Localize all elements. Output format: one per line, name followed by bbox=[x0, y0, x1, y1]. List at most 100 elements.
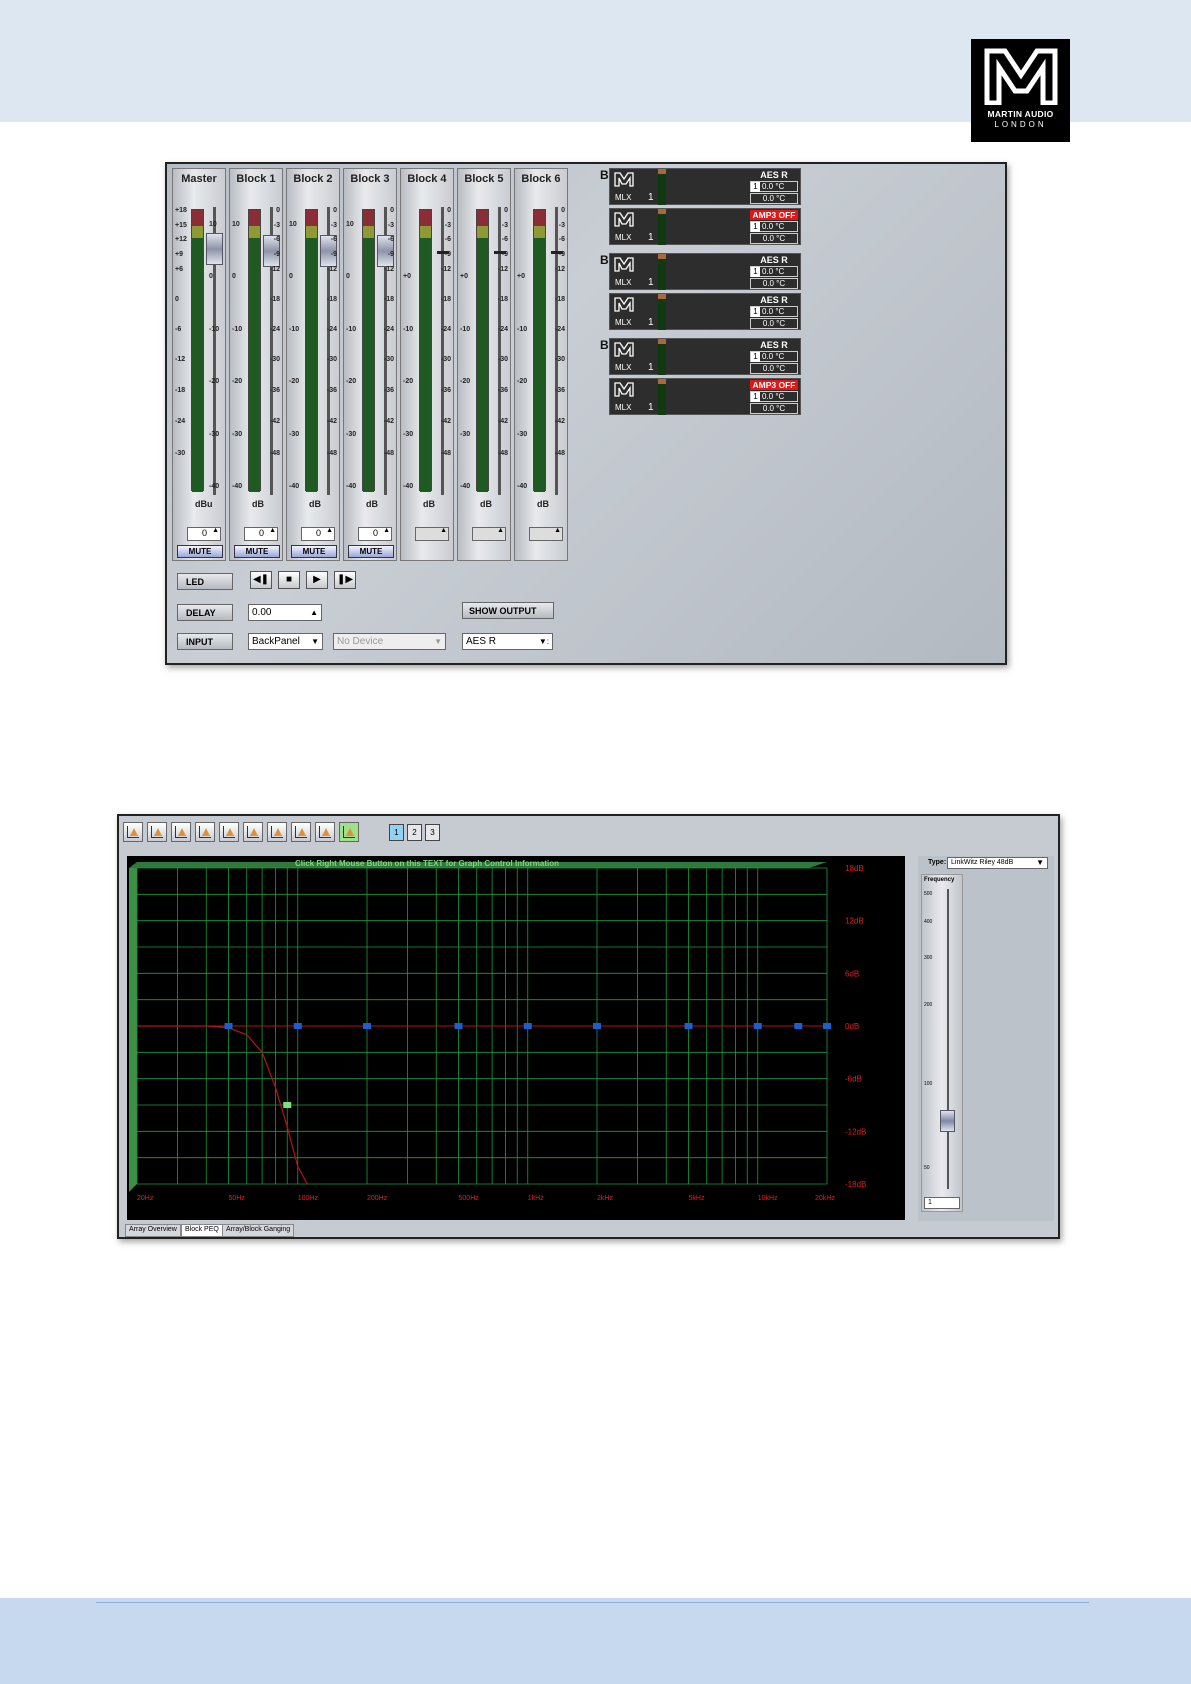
skip-forward-icon[interactable]: ❚▶ bbox=[334, 571, 356, 589]
filter-type-select[interactable]: LinkWitz Riley 48dB ▼ bbox=[947, 857, 1048, 869]
filter-type-button[interactable] bbox=[267, 822, 287, 842]
eq-band-point[interactable] bbox=[224, 1023, 233, 1029]
delay-input[interactable]: 0.00 ▲ bbox=[248, 604, 322, 621]
eq-band-point[interactable] bbox=[794, 1023, 803, 1029]
amp-level-meter bbox=[658, 169, 666, 205]
page-button[interactable]: 3 bbox=[425, 824, 440, 841]
frequency-input[interactable]: 1 bbox=[924, 1197, 960, 1209]
amp-status-text: AES R bbox=[760, 295, 788, 305]
filter-type-button[interactable] bbox=[219, 822, 239, 842]
scale-label: -20 bbox=[289, 378, 300, 385]
gain-input[interactable]: ▲ bbox=[472, 527, 506, 541]
spin-arrows-icon[interactable]: ▲ bbox=[497, 527, 504, 534]
page-button[interactable]: 1 bbox=[389, 824, 404, 841]
meter-red-zone bbox=[249, 210, 260, 226]
amp-status-box[interactable]: MLX 1 AES R 1 0.0 °C 0.0 °C bbox=[609, 338, 801, 375]
mute-button[interactable]: MUTE bbox=[234, 545, 280, 558]
amp-meter-peak bbox=[658, 169, 666, 174]
mute-button[interactable]: MUTE bbox=[177, 545, 223, 558]
eq-band-point[interactable] bbox=[363, 1023, 371, 1029]
fader-knob[interactable] bbox=[206, 233, 223, 265]
gain-input[interactable]: ▲ bbox=[529, 527, 563, 541]
filter-type-button[interactable] bbox=[147, 822, 167, 842]
input-device-select[interactable]: No Device ▼ bbox=[333, 633, 446, 650]
eq-selected-point[interactable] bbox=[283, 1102, 292, 1108]
meter-scale-label: -12 bbox=[440, 266, 451, 273]
eq-band-point[interactable] bbox=[753, 1023, 762, 1029]
spin-arrows-icon[interactable]: ▲ bbox=[269, 527, 276, 534]
scale-label: -40 bbox=[346, 483, 357, 490]
gain-input[interactable]: 0 ▲ bbox=[358, 527, 392, 541]
spin-arrows-icon[interactable]: ▲ bbox=[310, 605, 318, 620]
tab-array-block-ganging[interactable]: Array/Block Ganging bbox=[222, 1224, 295, 1237]
eq-band-point[interactable] bbox=[454, 1023, 463, 1029]
eq-graph[interactable]: Click Right Mouse Button on this TEXT fo… bbox=[127, 856, 905, 1220]
filter-type-button[interactable] bbox=[339, 822, 359, 842]
gain-input[interactable]: 0 ▲ bbox=[301, 527, 335, 541]
scale-label: -10 bbox=[460, 326, 471, 333]
temperature-readout: 0.0 °C bbox=[750, 363, 798, 374]
meter-scale-label: -48 bbox=[440, 450, 451, 457]
temperature-readout: 1 0.0 °C bbox=[750, 351, 798, 362]
meter-red-zone bbox=[192, 210, 203, 226]
spin-arrows-icon[interactable]: ▲ bbox=[383, 527, 390, 534]
show-output-button[interactable]: SHOW OUTPUT bbox=[462, 602, 554, 619]
input-channel-select[interactable]: AES R ▼: bbox=[462, 633, 553, 650]
amp-status-box[interactable]: MLX 1 AMP3 OFF 1 0.0 °C 0.0 °C bbox=[609, 378, 801, 415]
input-source-select[interactable]: BackPanel ▼ bbox=[248, 633, 323, 650]
filter-type-button[interactable] bbox=[315, 822, 335, 842]
stop-icon[interactable]: ■ bbox=[278, 571, 300, 589]
eq-band-point[interactable] bbox=[684, 1023, 693, 1029]
amp-status-box[interactable]: MLX 1 AES R 1 0.0 °C 0.0 °C bbox=[609, 293, 801, 330]
filter-type-button[interactable] bbox=[171, 822, 191, 842]
amp-model: MLX bbox=[615, 403, 632, 412]
mute-button[interactable]: MUTE bbox=[291, 545, 337, 558]
eq-band-point[interactable] bbox=[293, 1023, 302, 1029]
skip-back-icon[interactable]: ◀❚ bbox=[250, 571, 272, 589]
tab-block-peq[interactable]: Block PEQ bbox=[181, 1224, 223, 1237]
martin-logo-icon bbox=[614, 342, 634, 362]
meter-scale-label: 0 bbox=[504, 207, 508, 214]
spin-arrows-icon[interactable]: ▲ bbox=[440, 527, 447, 534]
amp-status-box[interactable]: MLX 1 AES R 1 0.0 °C 0.0 °C bbox=[609, 168, 801, 205]
filter-type-button[interactable] bbox=[123, 822, 143, 842]
frequency-axis-label: 10kHz bbox=[758, 1195, 778, 1202]
scale-label: -30 bbox=[460, 431, 471, 438]
eq-graph-svg[interactable]: Click Right Mouse Button on this TEXT fo… bbox=[127, 856, 905, 1220]
graph-hint-text[interactable]: Click Right Mouse Button on this TEXT fo… bbox=[295, 859, 559, 868]
level-meter bbox=[419, 209, 432, 492]
eq-band-point[interactable] bbox=[593, 1023, 601, 1029]
filter-type-button[interactable] bbox=[243, 822, 263, 842]
level-meter bbox=[248, 209, 261, 492]
temperature-value: 0.0 °C bbox=[762, 234, 786, 243]
led-button[interactable]: LED bbox=[177, 573, 233, 590]
spin-arrows-icon[interactable]: ▲ bbox=[212, 527, 219, 534]
eq-band-point[interactable] bbox=[523, 1023, 532, 1029]
amp-status-text: AMP3 OFF bbox=[750, 210, 798, 220]
scale-label: -10 bbox=[403, 326, 414, 333]
spin-arrows-icon[interactable]: ▲ bbox=[554, 527, 561, 534]
frequency-slider[interactable]: Frequency 500 400 300 200 100 50 1 bbox=[921, 874, 963, 1212]
amp-status-box[interactable]: MLX 1 AMP3 OFF 1 0.0 °C 0.0 °C bbox=[609, 208, 801, 245]
gain-input[interactable]: ▲ bbox=[415, 527, 449, 541]
page-button[interactable]: 2 bbox=[407, 824, 422, 841]
filter-shape-icon bbox=[127, 826, 139, 838]
frequency-knob[interactable] bbox=[940, 1110, 955, 1132]
frequency-axis-label: 50Hz bbox=[229, 1195, 246, 1202]
amp-status-box[interactable]: MLX 1 AES R 1 0.0 °C 0.0 °C bbox=[609, 253, 801, 290]
temperature-readout: 0.0 °C bbox=[750, 403, 798, 414]
filter-type-button[interactable] bbox=[195, 822, 215, 842]
mute-button[interactable]: MUTE bbox=[348, 545, 394, 558]
filter-type-button[interactable] bbox=[291, 822, 311, 842]
spin-arrows-icon[interactable]: ▲ bbox=[326, 527, 333, 534]
db-axis-label: 6dB bbox=[845, 969, 859, 978]
gain-input[interactable]: 0 ▲ bbox=[244, 527, 278, 541]
level-meter bbox=[191, 209, 204, 492]
play-icon[interactable]: ▶ bbox=[306, 571, 328, 589]
tab-array-overview[interactable]: Array Overview bbox=[125, 1224, 181, 1237]
meter-yellow-zone bbox=[363, 226, 374, 238]
gain-input[interactable]: 0 ▲ bbox=[187, 527, 221, 541]
meter-scale-label: -18 bbox=[554, 296, 565, 303]
eq-band-point[interactable] bbox=[823, 1023, 831, 1029]
temperature-readout: 0.0 °C bbox=[750, 318, 798, 329]
